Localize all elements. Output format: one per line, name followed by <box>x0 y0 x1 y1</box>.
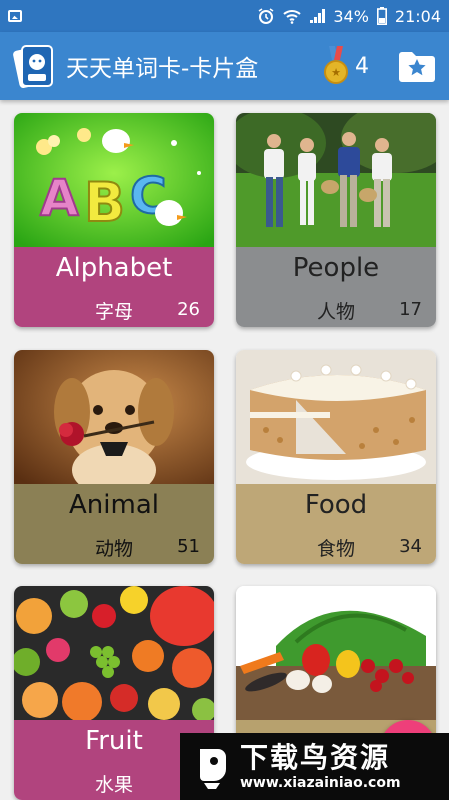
category-count: 26 <box>177 299 200 320</box>
medal-count: 4 <box>355 53 369 79</box>
favorites-folder-icon[interactable] <box>397 49 437 83</box>
wifi-icon <box>283 10 301 24</box>
watermark-url: www.xiazainiao.com <box>240 774 401 791</box>
fruit-image <box>14 586 214 720</box>
category-card-animal[interactable]: Animal 动物 51 <box>14 350 214 564</box>
category-title: People <box>292 253 380 283</box>
category-card-alphabet[interactable]: A B C Alphabet 字母 26 <box>14 113 214 327</box>
animal-image <box>14 350 214 484</box>
category-card-people[interactable]: People 人物 17 <box>236 113 436 327</box>
people-footer: People 人物 17 <box>236 247 436 327</box>
category-title: Animal <box>69 490 159 520</box>
clock: 21:04 <box>394 6 441 26</box>
status-bar: 34% 21:04 <box>0 0 449 32</box>
watermark-title: 下载鸟资源 <box>240 740 391 774</box>
animal-footer: Animal 动物 51 <box>14 484 214 564</box>
alphabet-footer: Alphabet 字母 26 <box>14 247 214 327</box>
category-title: Alphabet <box>55 253 173 283</box>
category-count: 17 <box>399 299 422 320</box>
battery-percent: 34% <box>333 6 369 26</box>
bird-logo-icon <box>200 748 226 789</box>
app-logo-icon <box>13 45 53 88</box>
battery-icon <box>376 7 387 25</box>
food-footer: Food 食物 34 <box>236 484 436 564</box>
food-image <box>236 350 436 484</box>
category-title: Food <box>304 490 368 520</box>
category-count: 51 <box>177 536 200 557</box>
svg-text:A: A <box>40 169 79 227</box>
image-notification-icon <box>8 10 22 22</box>
category-count: 34 <box>399 536 422 557</box>
alphabet-image: A B C <box>14 113 214 247</box>
app-title: 天天单词卡-卡片盒 <box>66 56 259 82</box>
watermark-banner: 下载鸟资源 www.xiazainiao.com <box>180 733 449 800</box>
svg-text:★: ★ <box>331 66 341 79</box>
medal-icon[interactable]: ★ <box>323 46 349 86</box>
signal-icon <box>310 9 326 23</box>
vegetable-image <box>236 586 436 720</box>
svg-text:B: B <box>84 171 125 234</box>
category-card-food[interactable]: Food 食物 34 <box>236 350 436 564</box>
alarm-icon <box>258 8 274 24</box>
app-bar: 天天单词卡-卡片盒 ★ 4 <box>0 32 449 100</box>
people-image <box>236 113 436 247</box>
